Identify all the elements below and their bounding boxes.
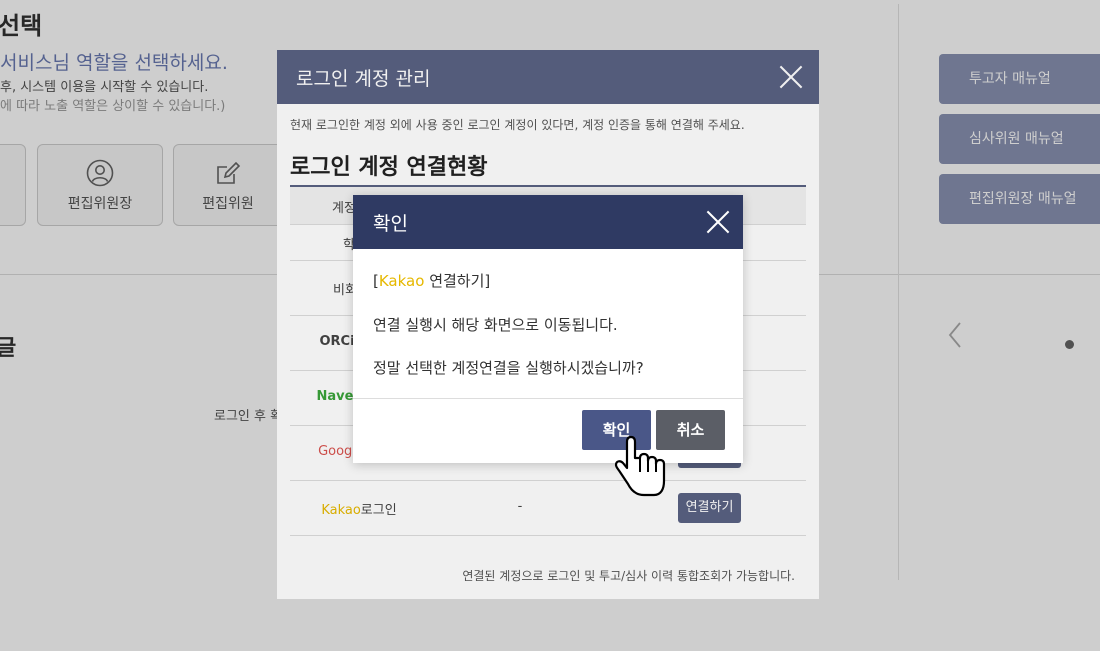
confirm-question: 정말 선택한 계정연결을 실행하시겠습니까? (373, 359, 644, 377)
hand-pointer-icon (614, 435, 666, 497)
modal-title: 확인 (373, 213, 408, 235)
confirm-action: 연결하기] (424, 272, 491, 290)
divider (353, 398, 743, 399)
close-icon[interactable] (705, 209, 731, 235)
confirm-message: 연결 실행시 해당 화면으로 이동됩니다. (373, 316, 618, 334)
kakao-brand: Kakao (378, 272, 425, 290)
confirm-heading: [Kakao 연결하기] (373, 270, 490, 291)
modal-header: 확인 (353, 195, 743, 249)
confirm-modal: 확인 [Kakao 연결하기] 연결 실행시 해당 화면으로 이동됩니다. 정말… (353, 195, 743, 463)
